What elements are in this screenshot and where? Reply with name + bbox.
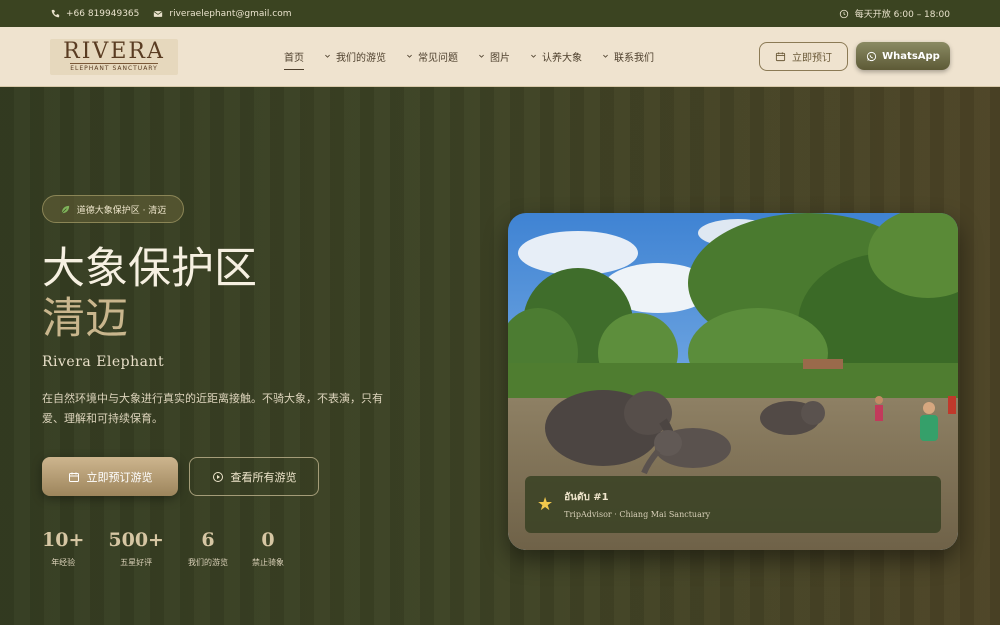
hero-badge-text: 道德大象保护区 · 清迈 xyxy=(76,205,167,216)
nav-item-label: 首页 xyxy=(284,53,304,64)
nav-item-gallery[interactable]: 图片 xyxy=(478,49,510,64)
phone-icon xyxy=(51,9,60,17)
hero-title-line2: 清迈 xyxy=(42,294,128,344)
stat-value: 6 xyxy=(201,529,215,551)
email-address: riveraelephant@gmail.com xyxy=(169,8,292,19)
whatsapp-icon xyxy=(867,51,877,61)
stat-experience: 10+ 年经验 xyxy=(42,529,84,568)
book-tour-button[interactable]: 立即预订游览 xyxy=(42,457,178,496)
play-circle-icon xyxy=(212,471,223,482)
logo-sub-text: ELEPHANT SANCTUARY xyxy=(70,63,158,72)
book-now-label: 立即预订 xyxy=(792,53,832,64)
mail-icon xyxy=(153,10,163,17)
stat-value: 10+ xyxy=(42,529,85,551)
stat-no-riding: 0 禁止骑象 xyxy=(252,529,284,568)
view-all-tours-button[interactable]: 查看所有游览 xyxy=(189,457,319,496)
phone-contact[interactable]: +66 819949365 xyxy=(50,9,139,19)
stat-label: 禁止骑象 xyxy=(251,558,284,567)
book-tour-label: 立即预订游览 xyxy=(86,470,153,484)
hero-section: 道德大象保护区 · 清迈 大象保护区 清迈 Rivera Elephant 在自… xyxy=(0,87,1000,625)
calendar-icon xyxy=(775,52,786,62)
chevron-down-icon xyxy=(603,54,608,58)
hero-stats: 10+ 年经验 500+ 五星好评 6 我们的游览 0 禁止骑象 xyxy=(42,529,308,568)
top-info-bar: +66 819949365 riveraelephant@gmail.com 每… xyxy=(0,0,1000,27)
hero-title-line1: 大象保护区 xyxy=(42,244,257,294)
nav-item-label: 我们的游览 xyxy=(336,53,386,64)
calendar-icon xyxy=(68,472,79,482)
nav-item-home[interactable]: 首页 xyxy=(284,49,304,70)
hero-badge: 道德大象保护区 · 清迈 xyxy=(42,195,184,223)
email-contact[interactable]: riveraelephant@gmail.com xyxy=(153,8,292,19)
stat-value: 0 xyxy=(261,529,275,551)
chevron-down-icon xyxy=(407,54,412,58)
hero-description: 在自然环境中与大象进行真实的近距离接触。不骑大象，不表演，只有爱、理解和可持续保… xyxy=(42,392,383,425)
nav-actions: 立即预订 WhatsApp xyxy=(759,42,950,71)
leaf-icon xyxy=(61,205,69,213)
clock-icon xyxy=(839,9,848,18)
stat-reviews: 500+ 五星好评 xyxy=(108,529,164,568)
whatsapp-button[interactable]: WhatsApp xyxy=(856,42,950,70)
whatsapp-label: WhatsApp xyxy=(882,50,940,62)
book-now-button[interactable]: 立即预订 xyxy=(759,42,848,71)
tripadvisor-rank-banner: ★ อันดับ #1 TripAdvisor · Chiang Mai San… xyxy=(525,476,941,533)
stat-label: 五星好评 xyxy=(120,558,153,567)
nav-item-label: 图片 xyxy=(490,53,510,64)
site-logo[interactable]: RIVERA ELEPHANT SANCTUARY xyxy=(50,38,178,75)
nav-item-label: 常见问题 xyxy=(418,53,458,64)
stat-label: 我们的游览 xyxy=(187,558,228,567)
nav-item-label: 认养大象 xyxy=(542,53,582,64)
logo-main-text: RIVERA xyxy=(63,39,165,64)
rank-subtitle: TripAdvisor · Chiang Mai Sanctuary xyxy=(564,510,711,519)
stat-tours: 6 我们的游览 xyxy=(188,529,228,568)
stat-label: 年经验 xyxy=(51,558,76,567)
view-all-tours-label: 查看所有游览 xyxy=(230,470,297,484)
nav-item-tours[interactable]: 我们的游览 xyxy=(324,49,386,64)
chevron-down-icon xyxy=(479,54,484,58)
hours-text: 每天开放 6:00 – 18:00 xyxy=(854,10,950,20)
hero-subtitle: Rivera Elephant xyxy=(42,354,165,370)
phone-number: +66 819949365 xyxy=(66,8,140,19)
nav-item-contact[interactable]: 联系我们 xyxy=(602,49,654,64)
main-navigation: RIVERA ELEPHANT SANCTUARY 首页 我们的游览 常见问题 … xyxy=(0,27,1000,87)
rank-text-group: อันดับ #1 TripAdvisor · Chiang Mai Sanct… xyxy=(564,490,710,519)
nav-item-label: 联系我们 xyxy=(614,53,654,64)
stat-value: 500+ xyxy=(108,529,164,551)
hero-photo-card: ★ อันดับ #1 TripAdvisor · Chiang Mai San… xyxy=(508,213,958,550)
rank-title: อันดับ #1 xyxy=(564,492,609,503)
chevron-down-icon xyxy=(325,54,330,58)
chevron-down-icon xyxy=(531,54,536,58)
nav-menu: 首页 我们的游览 常见问题 图片 认养大象 联系我们 xyxy=(284,49,654,70)
nav-item-adopt[interactable]: 认养大象 xyxy=(530,49,582,64)
nav-item-faq[interactable]: 常见问题 xyxy=(406,49,458,64)
star-icon: ★ xyxy=(537,493,554,515)
opening-hours: 每天开放 6:00 – 18:00 xyxy=(839,7,950,20)
